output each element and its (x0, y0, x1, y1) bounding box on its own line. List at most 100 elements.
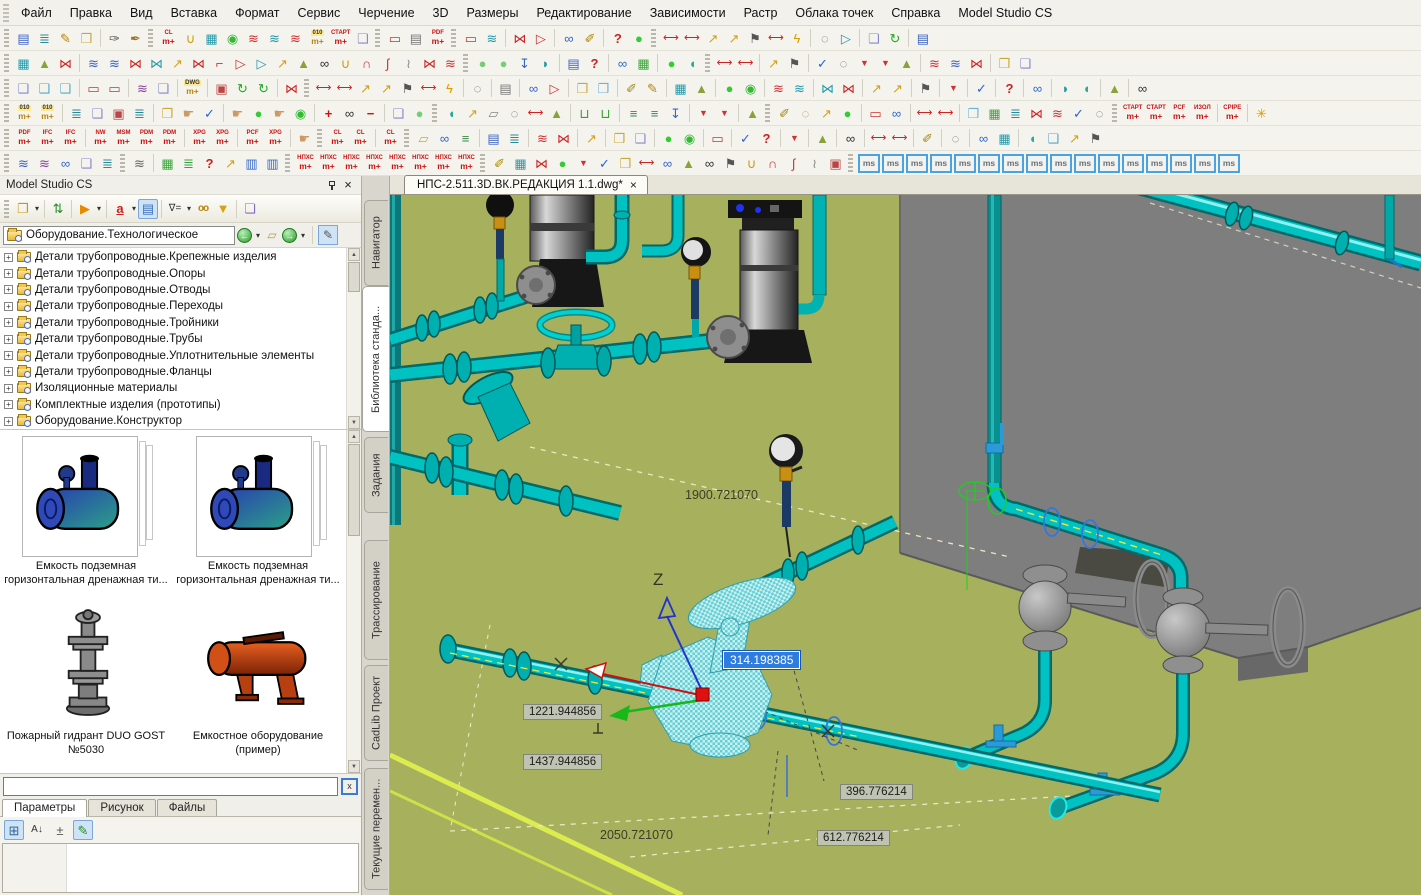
toolbar-icon[interactable] (439, 78, 460, 99)
toolbar-icon[interactable] (682, 53, 703, 74)
forward-button[interactable]: → (282, 228, 297, 243)
toolbar-icon[interactable] (157, 153, 178, 174)
toolbar-icon[interactable] (552, 153, 573, 174)
toolbar-icon[interactable] (633, 53, 654, 74)
toolbar-grip[interactable] (375, 29, 380, 47)
expand-icon[interactable]: + (4, 253, 13, 262)
toolbar-icon[interactable] (678, 153, 699, 174)
tree-item[interactable]: +Оборудование.Конструктор (0, 413, 346, 429)
toolbar-icon[interactable] (915, 78, 936, 99)
toolbar-icon[interactable] (376, 78, 397, 99)
toolbar-icon[interactable] (609, 128, 630, 149)
toolbar-icon[interactable] (574, 103, 595, 124)
tree-item[interactable]: +Изоляционные материалы (0, 380, 346, 396)
toolbar-badge-icon[interactable]: CLm+ (157, 28, 180, 49)
toolbar-icon[interactable] (774, 103, 795, 124)
ms-toolbar-icon[interactable]: ms (1050, 154, 1072, 173)
toolbar-icon[interactable] (584, 53, 605, 74)
toolbar-icon[interactable] (290, 103, 311, 124)
toolbar-icon[interactable] (352, 28, 373, 49)
toolbar-icon[interactable] (504, 128, 525, 149)
toolbar-icon[interactable] (129, 153, 150, 174)
scroll-up-icon[interactable]: ▲ (348, 430, 360, 443)
find-icon[interactable] (193, 199, 213, 219)
toolbar-icon[interactable] (720, 153, 741, 174)
toolbar-icon[interactable] (816, 103, 837, 124)
toolbar-icon[interactable] (253, 78, 274, 99)
dropdown-icon[interactable]: ▾ (95, 204, 103, 213)
tree-item[interactable]: +Детали трубопроводные.Крепежные изделия (0, 249, 346, 265)
ms-toolbar-icon[interactable]: ms (978, 154, 1000, 173)
toolbar-icon[interactable] (702, 28, 723, 49)
toolbar-icon[interactable] (481, 28, 502, 49)
toolbar-icon[interactable] (55, 78, 76, 99)
sync-icon[interactable] (48, 199, 68, 219)
3d-viewport[interactable]: Z 1900.721070 2050.721070 1221.944856 14… (390, 195, 1421, 895)
toolbar-icon[interactable] (334, 78, 355, 99)
toolbar-icon[interactable] (563, 53, 584, 74)
toolbar-icon[interactable] (248, 103, 269, 124)
toolbar-icon[interactable] (34, 78, 55, 99)
toolbar-icon[interactable] (87, 103, 108, 124)
toolbar-icon[interactable] (335, 53, 356, 74)
toolbar-icon[interactable] (966, 53, 987, 74)
toolbar-icon[interactable] (544, 78, 565, 99)
menu-grip[interactable] (3, 4, 9, 22)
toolbar-icon[interactable] (1251, 103, 1272, 124)
toolbar-icon[interactable] (795, 103, 816, 124)
close-icon[interactable]: × (630, 178, 637, 192)
clear-search-button[interactable]: x (341, 778, 358, 795)
ab-icon[interactable] (110, 199, 130, 219)
expand-icon[interactable]: + (4, 351, 13, 360)
toolbar-icon[interactable] (719, 78, 740, 99)
toolbar-icon[interactable] (167, 53, 188, 74)
toolbar-badge-icon[interactable]: PDFm+ (13, 128, 36, 149)
toolbar-badge-icon[interactable]: PDMm+ (158, 128, 181, 149)
toolbar-icon[interactable] (691, 78, 712, 99)
toolbar-icon[interactable] (460, 28, 481, 49)
tree-item[interactable]: +Детали трубопроводные.Отводы (0, 282, 346, 298)
toolbar-icon[interactable] (209, 53, 230, 74)
toolbar-icon[interactable] (1055, 78, 1076, 99)
toolbar-icon[interactable] (441, 103, 462, 124)
dropdown-icon[interactable]: ▾ (33, 204, 41, 213)
toolbar-icon[interactable] (232, 78, 253, 99)
side-tab-3[interactable]: Задания (364, 437, 388, 513)
toolbar-grip[interactable] (148, 29, 153, 47)
toolbar-icon[interactable] (630, 128, 651, 149)
toolbar-icon[interactable] (264, 28, 285, 49)
toolbar-grip[interactable] (480, 154, 485, 172)
tree-scrollbar[interactable]: ▲ ▼ (346, 248, 361, 429)
toolbar-badge-icon[interactable]: CLm+ (379, 128, 402, 149)
tree-item[interactable]: +Детали трубопроводные.Трубы (0, 331, 346, 347)
toolbar-icon[interactable] (889, 128, 910, 149)
toolbar-icon[interactable] (293, 53, 314, 74)
toolbar-icon[interactable] (762, 153, 783, 174)
toolbar-icon[interactable] (838, 78, 859, 99)
toolbar-grip[interactable] (432, 104, 437, 122)
toolbar-icon[interactable] (1027, 78, 1048, 99)
toolbar-icon[interactable] (943, 78, 964, 99)
toolbar-icon[interactable] (714, 53, 735, 74)
toolbar-icon[interactable] (763, 53, 784, 74)
toolbar-icon[interactable] (535, 53, 556, 74)
toolbar-icon[interactable] (178, 153, 199, 174)
toolbar-icon[interactable] (875, 53, 896, 74)
toolbar-icon[interactable] (55, 153, 76, 174)
toolbar-icon[interactable] (405, 28, 426, 49)
toolbar-icon[interactable] (1015, 53, 1036, 74)
tree-item[interactable]: +Детали трубопроводные.Уплотнительные эл… (0, 347, 346, 363)
back-button[interactable]: ← (237, 228, 252, 243)
toolbar-badge-icon[interactable]: CLm+ (326, 128, 349, 149)
ms-toolbar-icon[interactable]: ms (906, 154, 928, 173)
toolbar-grip[interactable] (4, 129, 9, 147)
ms-toolbar-icon[interactable]: ms (1218, 154, 1240, 173)
toolbar-icon[interactable] (657, 153, 678, 174)
toolbar-icon[interactable] (495, 78, 516, 99)
toolbar-icon[interactable] (1076, 78, 1097, 99)
thumbnail-image[interactable] (42, 602, 134, 724)
ms-toolbar-icon[interactable]: ms (1170, 154, 1192, 173)
toolbar-icon[interactable] (607, 28, 628, 49)
toolbar-badge-icon[interactable]: НПХСm+ (363, 153, 386, 174)
toolbar-grip[interactable] (4, 200, 9, 218)
